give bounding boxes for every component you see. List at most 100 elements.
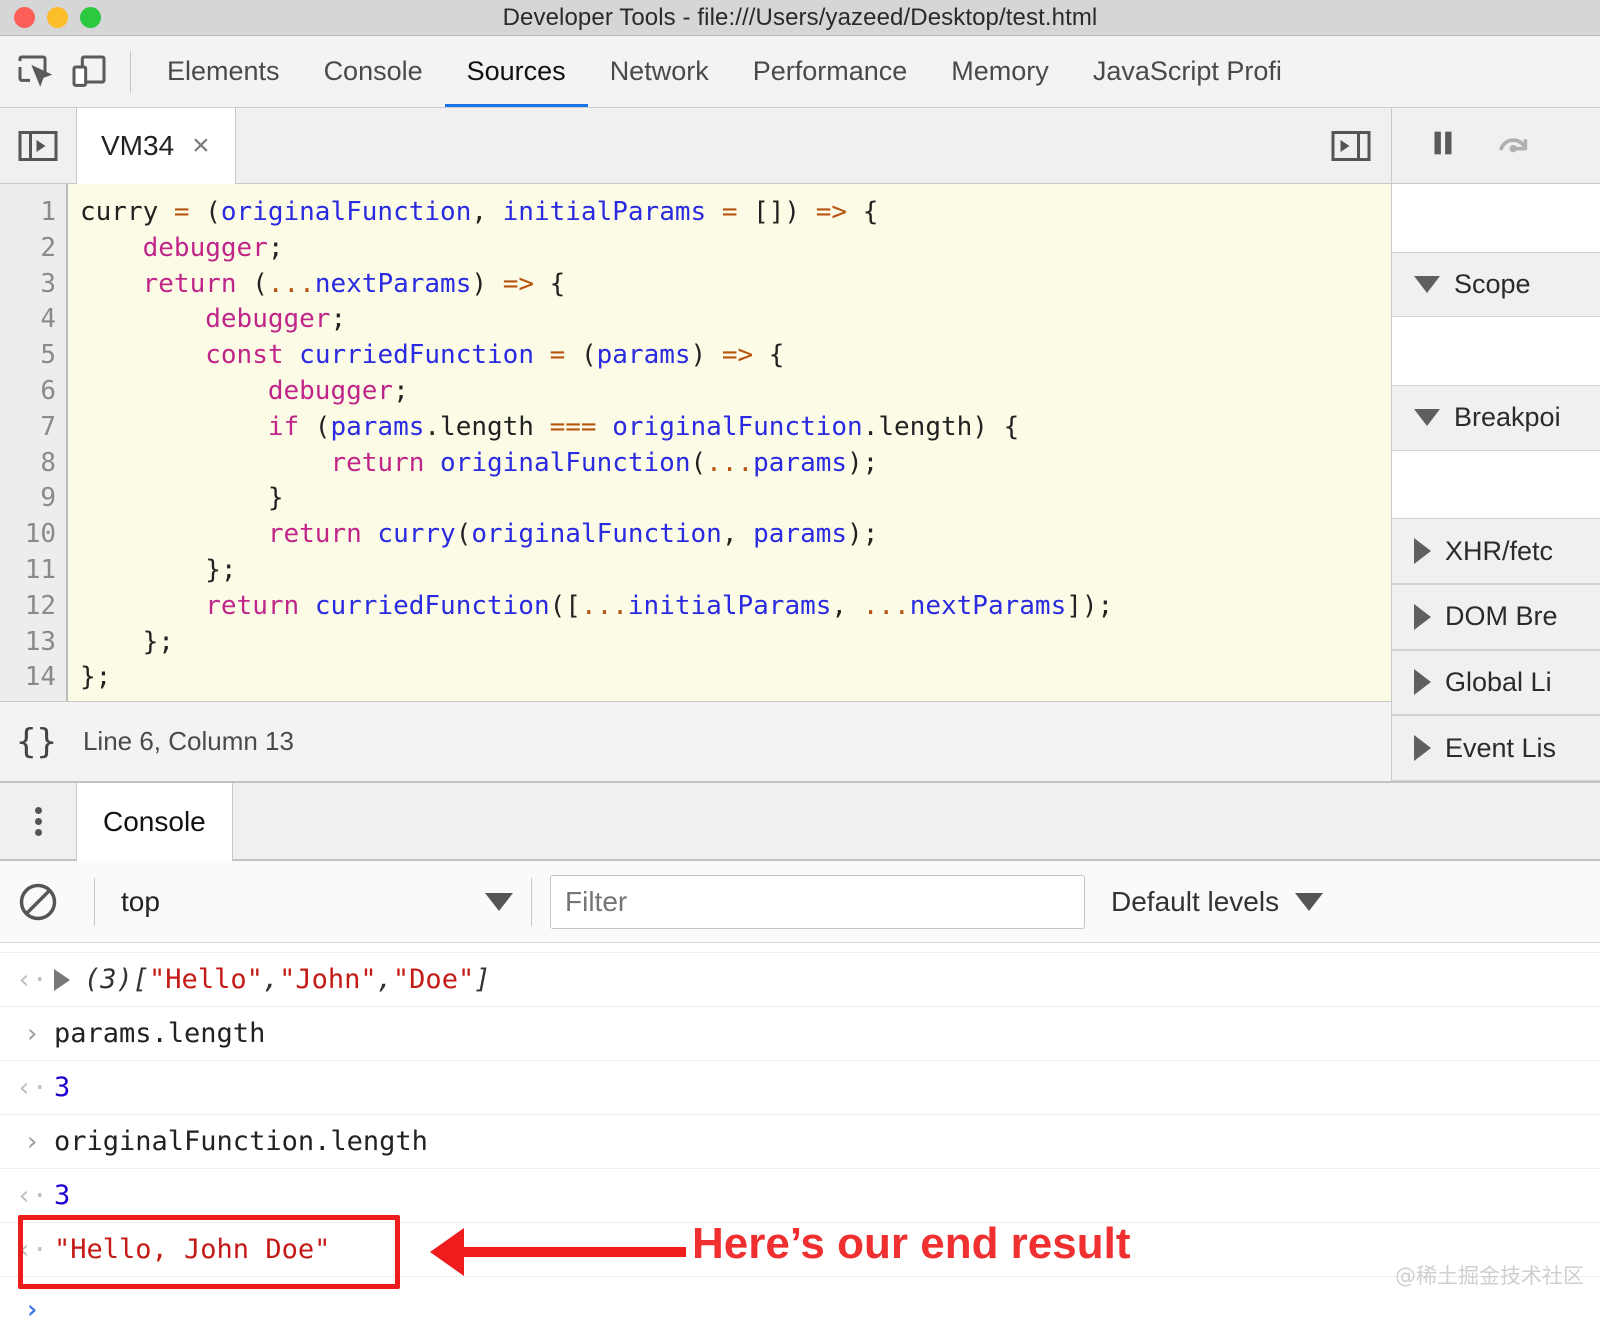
- code-token: if: [268, 412, 299, 442]
- console-token: params.length: [54, 1018, 265, 1049]
- code-token: return: [205, 591, 299, 621]
- console-row-clipped: [0, 943, 1600, 953]
- pause-icon[interactable]: [1426, 126, 1460, 165]
- code-token: }: [80, 483, 284, 513]
- code-token: [80, 304, 205, 334]
- code-token: debugger: [143, 233, 268, 263]
- code-token: [80, 448, 330, 478]
- code-token: initialParams: [503, 197, 707, 227]
- code-token: ...: [863, 591, 910, 621]
- line-number-gutter: 1234567891011121314: [0, 184, 68, 701]
- toolbar-divider: [531, 878, 532, 926]
- code-token: params: [753, 519, 847, 549]
- code-token: originalFunction: [440, 448, 690, 478]
- code-line: debugger;: [80, 231, 1391, 267]
- code-token: [80, 340, 205, 370]
- console-token: ,: [377, 964, 393, 995]
- code-token: params: [753, 448, 847, 478]
- tab-console[interactable]: Console: [302, 36, 445, 108]
- console-input-row: ›originalFunction.length: [0, 1115, 1600, 1169]
- tab-performance[interactable]: Performance: [731, 36, 930, 108]
- minimize-window-button[interactable]: [47, 7, 68, 28]
- close-icon[interactable]: ×: [192, 131, 210, 161]
- code-token: (: [456, 519, 472, 549]
- more-options-icon[interactable]: [0, 783, 76, 859]
- code-token: ,: [471, 197, 502, 227]
- show-debugger-icon[interactable]: [1311, 108, 1391, 183]
- devtools-tabbar: Elements Console Sources Network Perform…: [0, 36, 1600, 108]
- output-arrow-icon: ‹·: [10, 965, 54, 995]
- code-token: =>: [816, 197, 847, 227]
- log-levels-select[interactable]: Default levels: [1111, 886, 1323, 918]
- code-token: (: [690, 448, 706, 478]
- line-number: 4: [0, 302, 56, 338]
- section-dom-breakpoints[interactable]: DOM Bre: [1392, 584, 1600, 650]
- execution-context-select[interactable]: top: [113, 886, 513, 918]
- line-number: 13: [0, 625, 56, 661]
- drawer-tab-console[interactable]: Console: [76, 783, 233, 861]
- code-token: (: [237, 269, 268, 299]
- tab-javascript-profiler[interactable]: JavaScript Profi: [1071, 36, 1304, 108]
- section-xhr-fetch-breakpoints[interactable]: XHR/fetc: [1392, 518, 1600, 584]
- code-editor[interactable]: 1234567891011121314 curry = (originalFun…: [0, 184, 1391, 701]
- console-token: "Hello": [149, 964, 263, 995]
- section-breakpoints[interactable]: Breakpoi: [1392, 385, 1600, 451]
- code-line: return curriedFunction([...initialParams…: [80, 589, 1391, 625]
- filter-input[interactable]: [550, 875, 1085, 929]
- line-number: 8: [0, 446, 56, 482]
- disclosure-triangle-icon[interactable]: [54, 969, 70, 991]
- window-controls[interactable]: [0, 7, 101, 28]
- code-token: ([: [550, 591, 581, 621]
- tab-sources[interactable]: Sources: [445, 36, 588, 108]
- pretty-print-icon[interactable]: {}: [16, 722, 57, 762]
- code-line: };: [80, 553, 1391, 589]
- code-token: [706, 197, 722, 227]
- device-toolbar-icon[interactable]: [62, 45, 116, 99]
- chevron-right-icon: [1414, 669, 1431, 695]
- code-token: originalFunction: [471, 519, 721, 549]
- section-event-listener-breakpoints[interactable]: Event Lis: [1392, 715, 1600, 781]
- inspect-element-icon[interactable]: [8, 45, 62, 99]
- tab-network[interactable]: Network: [588, 36, 731, 108]
- step-over-icon[interactable]: [1494, 126, 1534, 165]
- section-global-listeners[interactable]: Global Li: [1392, 650, 1600, 716]
- tab-memory[interactable]: Memory: [929, 36, 1071, 108]
- console-output[interactable]: ‹·(3) ["Hello", "John", "Doe"]›params.le…: [0, 943, 1600, 1336]
- close-window-button[interactable]: [14, 7, 35, 28]
- code-token: []): [737, 197, 815, 227]
- section-breakpoints-label: Breakpoi: [1454, 402, 1561, 433]
- scope-body: [1392, 317, 1600, 385]
- file-tabbar-spacer: [236, 108, 1311, 183]
- debugger-empty-top: [1392, 184, 1600, 252]
- toolbar-divider: [130, 51, 131, 93]
- code-token: ...: [581, 591, 628, 621]
- maximize-window-button[interactable]: [80, 7, 101, 28]
- code-token: [597, 412, 613, 442]
- code-token: (: [299, 412, 330, 442]
- execution-context-value: top: [121, 886, 160, 918]
- console-token: "Doe": [393, 964, 474, 995]
- section-dom-label: DOM Bre: [1445, 601, 1558, 632]
- code-token: originalFunction: [612, 412, 862, 442]
- code-token: .length: [424, 412, 549, 442]
- code-token: ,: [722, 519, 753, 549]
- code-token: [80, 412, 268, 442]
- file-tabbar: VM34 ×: [0, 108, 1391, 184]
- console-token: originalFunction.length: [54, 1126, 428, 1157]
- file-tab-vm34[interactable]: VM34 ×: [76, 108, 236, 184]
- console-output-row: ‹·(3) ["Hello", "John", "Doe"]: [0, 953, 1600, 1007]
- clear-console-icon[interactable]: [0, 880, 76, 924]
- chevron-down-icon: [1414, 409, 1440, 426]
- code-content[interactable]: curry = (originalFunction, initialParams…: [68, 184, 1391, 701]
- show-navigator-icon[interactable]: [0, 108, 76, 183]
- code-token: {: [534, 269, 565, 299]
- cursor-position-label: Line 6, Column 13: [83, 726, 294, 757]
- section-scope[interactable]: Scope: [1392, 252, 1600, 318]
- code-token: };: [80, 555, 237, 585]
- code-token: ]);: [1066, 591, 1113, 621]
- line-number: 14: [0, 660, 56, 696]
- tab-elements[interactable]: Elements: [145, 36, 302, 108]
- code-token: [534, 340, 550, 370]
- code-token: =: [174, 197, 190, 227]
- code-line: const curriedFunction = (params) => {: [80, 338, 1391, 374]
